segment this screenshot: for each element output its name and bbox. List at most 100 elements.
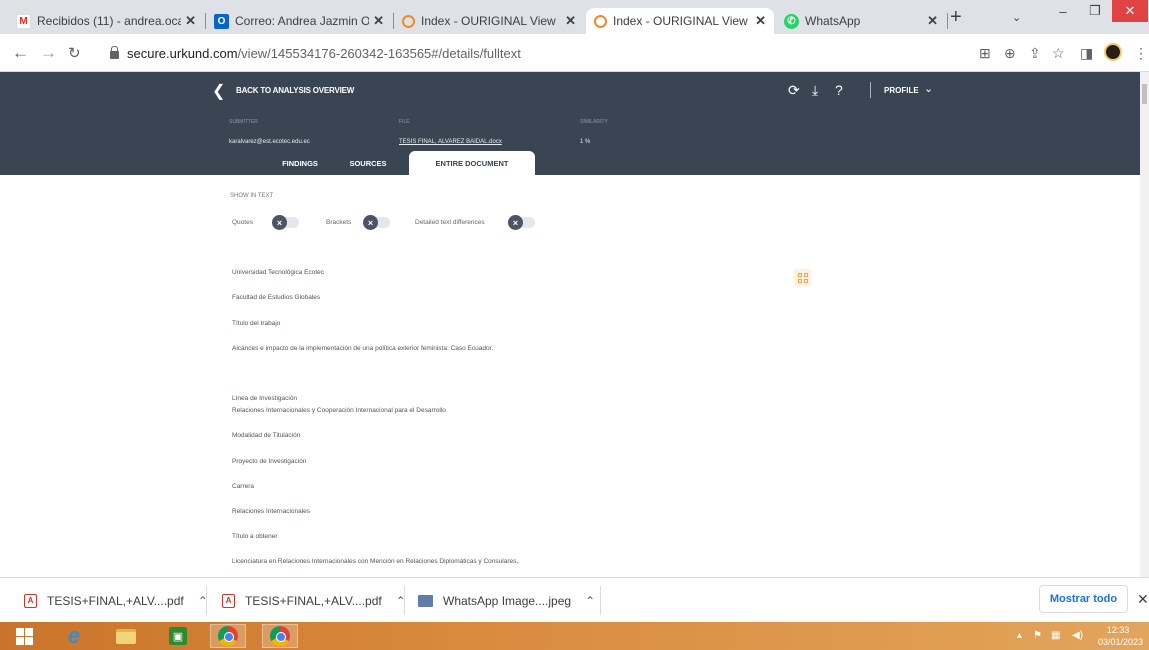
document-line: Título a obtener [232, 533, 278, 540]
close-icon[interactable]: ✕ [927, 13, 938, 29]
zoom-icon[interactable]: ⊕ [1004, 45, 1016, 62]
submitter-label: SUBMITTER [229, 119, 258, 125]
document-line: Línea de Investigación [232, 395, 298, 402]
file-link[interactable]: TESIS FINAL, ALVAREZ BAIDAL.docx [399, 139, 502, 145]
pdf-file-icon: A [222, 593, 235, 608]
chevron-up-icon[interactable]: ⌃ [585, 594, 595, 608]
download-item[interactable]: WhatsApp Image....jpeg ⌃ [418, 578, 595, 623]
ouriginal-icon [594, 14, 607, 28]
refresh-icon[interactable]: ⟳ [788, 82, 800, 99]
ouriginal-icon [402, 14, 415, 28]
close-icon[interactable]: ✕ [755, 13, 766, 29]
minimize-button[interactable]: – [1048, 0, 1078, 22]
brackets-toggle[interactable]: × [363, 215, 390, 230]
tab-outlook[interactable]: O Correo: Andrea Jazmin Ocaña ( ✕ [206, 8, 392, 34]
tab-gmail[interactable]: M Recibidos (11) - andrea.ocana@ ✕ [8, 8, 204, 34]
tab-search-chevron-icon[interactable]: ⌄ [1012, 11, 1021, 24]
chrome-icon[interactable] [210, 624, 246, 648]
tab-ouriginal-1[interactable]: Index - OURIGINAL View ✕ [394, 8, 584, 34]
close-icon[interactable]: ✕ [185, 13, 196, 29]
reload-icon[interactable]: ↻ [68, 44, 81, 62]
tab-sources[interactable]: SOURCES [338, 151, 398, 175]
profile-menu[interactable]: PROFILE [884, 86, 919, 95]
document-line: Relaciones Internacionales [232, 508, 311, 515]
show-all-downloads-button[interactable]: Mostrar todo [1039, 585, 1128, 613]
similarity-label: SIMILARITY [580, 119, 608, 125]
document-line: Carrera [232, 483, 255, 490]
download-filename: TESIS+FINAL,+ALV....pdf [245, 593, 382, 608]
close-downloads-icon[interactable]: ✕ [1137, 591, 1149, 608]
detailed-differences-toggle[interactable]: × [508, 215, 535, 230]
side-panel-icon[interactable]: ◨ [1080, 45, 1093, 62]
tray-chevron-icon[interactable]: ▴ [1017, 630, 1022, 641]
store-icon[interactable]: ▣ [160, 624, 196, 648]
close-icon: × [508, 215, 523, 230]
windows-logo-icon [15, 627, 33, 645]
volume-icon[interactable]: ◀) [1072, 630, 1083, 641]
flag-icon[interactable]: ⚑ [1033, 630, 1042, 641]
tab-entire-document[interactable]: ENTIRE DOCUMENT [409, 151, 535, 175]
share-icon[interactable]: ⇪ [1029, 45, 1041, 62]
scrollbar-thumb[interactable] [1142, 84, 1147, 104]
document-line: Alcances e impacto de la implementación … [232, 345, 494, 352]
close-icon[interactable]: ✕ [373, 13, 384, 29]
system-clock[interactable]: 12:33 03/01/2023 [1098, 624, 1143, 648]
document-line: Modalidad de Titulación [232, 432, 301, 439]
new-tab-button[interactable]: + [950, 6, 962, 29]
grid-view-icon[interactable] [794, 269, 811, 286]
windows-taskbar: e ▣ [0, 622, 1149, 650]
outlook-icon: O [214, 13, 229, 29]
chevron-left-icon[interactable]: ❮ [212, 81, 225, 101]
downloads-bar: A TESIS+FINAL,+ALV....pdf ⌃ A TESIS+FINA… [0, 577, 1149, 622]
whatsapp-icon: ✆ [784, 13, 799, 29]
detailed-differences-label: Detailed text differences [415, 219, 485, 226]
tab-findings[interactable]: FINDINGS [270, 151, 330, 175]
address-bar[interactable]: secure.urkund.com/view/145534176-260342-… [96, 39, 966, 67]
tab-ouriginal-active[interactable]: Index - OURIGINAL View ✕ [586, 8, 774, 34]
file-label: FILE [399, 119, 410, 125]
document-line: Título del trabajo [232, 320, 281, 327]
chevron-down-icon[interactable]: ⌄ [924, 82, 933, 95]
network-icon[interactable]: ▦ [1051, 630, 1060, 641]
quotes-toggle[interactable]: × [272, 215, 299, 230]
file-explorer-icon[interactable] [108, 624, 144, 648]
close-icon: × [363, 215, 378, 230]
chrome-profile-icon[interactable] [262, 624, 298, 648]
download-item[interactable]: A TESIS+FINAL,+ALV....pdf ⌃ [222, 578, 406, 623]
page-scrollbar[interactable] [1140, 72, 1149, 577]
image-file-icon [418, 594, 433, 607]
menu-kebab-icon[interactable]: ⋮ [1134, 45, 1148, 62]
lock-icon [110, 46, 119, 59]
window-close-button[interactable]: ✕ [1112, 0, 1148, 22]
header-divider [870, 82, 871, 98]
url-host: secure.urkund.com [127, 45, 238, 61]
close-icon[interactable]: ✕ [565, 13, 576, 29]
gmail-icon: M [16, 13, 31, 29]
translate-icon[interactable]: ⊞ [979, 45, 991, 62]
forward-arrow-icon[interactable]: → [40, 43, 57, 63]
download-icon[interactable]: ⤓ [812, 82, 818, 99]
bookmark-star-icon[interactable]: ☆ [1052, 45, 1065, 62]
help-icon[interactable]: ? [835, 82, 843, 98]
pdf-file-icon: A [24, 593, 37, 608]
similarity-value: 1 % [580, 139, 591, 145]
show-in-text-heading: SHOW IN TEXT [230, 193, 274, 199]
download-item[interactable]: A TESIS+FINAL,+ALV....pdf ⌃ [24, 578, 208, 623]
submitter-value: karalvarez@est.ecotec.edu.ec [229, 139, 310, 145]
back-arrow-icon[interactable]: ← [12, 43, 29, 63]
quotes-label: Quotes [232, 219, 253, 226]
urkund-header [0, 72, 1140, 175]
document-line: Universidad Tecnológica Ecotec [232, 269, 325, 276]
back-to-overview-link[interactable]: BACK TO ANALYSIS OVERVIEW [236, 86, 354, 95]
close-icon: × [272, 215, 287, 230]
start-button[interactable] [6, 624, 42, 648]
maximize-button[interactable]: ❐ [1080, 0, 1110, 22]
brackets-label: Brackets [326, 219, 352, 226]
download-filename: WhatsApp Image....jpeg [443, 593, 572, 608]
internet-explorer-icon[interactable]: e [56, 623, 92, 648]
tab-whatsapp[interactable]: ✆ WhatsApp ✕ [776, 8, 946, 34]
document-line: Licenciatura en Relaciones Internacional… [232, 558, 519, 565]
browser-tab-strip: M Recibidos (11) - andrea.ocana@ ✕ O Cor… [0, 0, 1149, 34]
document-line: Relaciones Internacionales y Cooperación… [232, 407, 446, 414]
browser-profile-avatar[interactable] [1104, 43, 1122, 61]
